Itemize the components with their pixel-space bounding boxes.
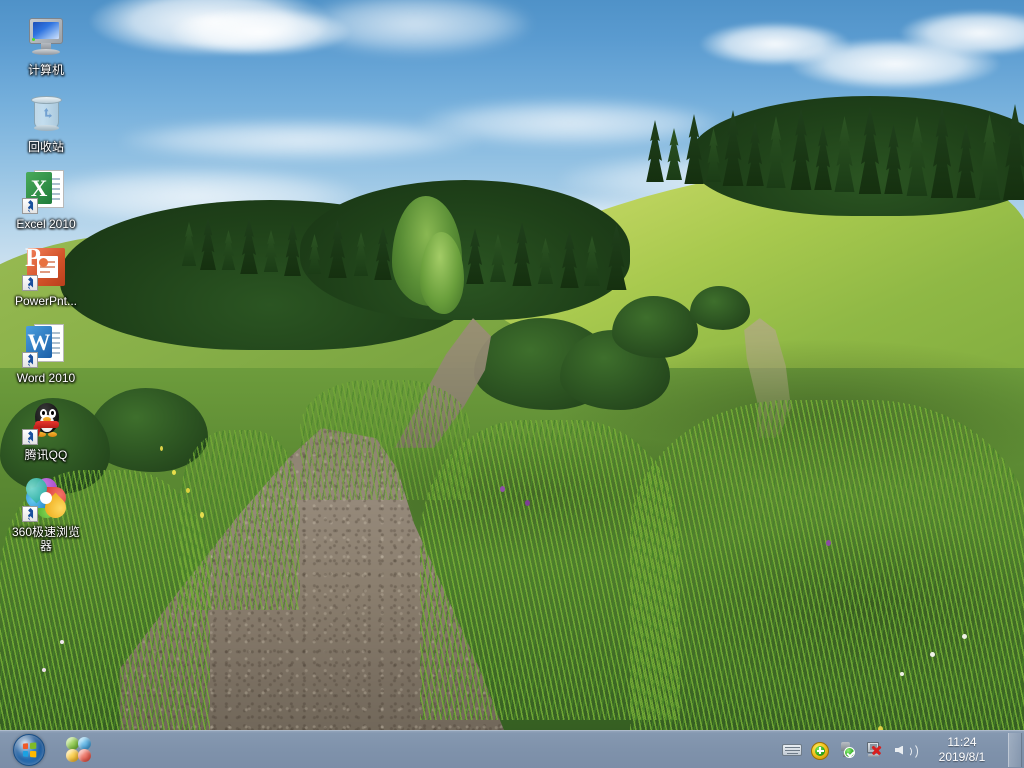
desktop-icon-qq[interactable]: 腾讯QQ: [6, 393, 86, 464]
grass: [300, 380, 470, 500]
desktop-icon-computer[interactable]: 计算机: [6, 8, 86, 79]
treeline-right: [640, 80, 1024, 200]
qq-penguin-icon: [22, 397, 70, 445]
desktop-icon-label: 360极速浏览器: [11, 525, 81, 553]
desktop-icon-grid: 计算机 回收站 X Excel 2010 P PowerPnt... W Wor…: [0, 0, 96, 561]
grass: [630, 400, 1024, 730]
shortcut-overlay-icon: [22, 506, 38, 522]
windows-start-orb-icon: [13, 733, 45, 766]
flower-yellow: [160, 446, 163, 451]
flower-purple: [500, 486, 505, 492]
desktop-wallpaper: [0, 0, 1024, 768]
desktop-icon-recycle-bin[interactable]: 回收站: [6, 85, 86, 156]
taskbar-task-area[interactable]: [94, 733, 778, 767]
flower-white: [60, 640, 64, 644]
grass: [180, 430, 300, 610]
desktop-icon-label: PowerPnt...: [14, 294, 78, 308]
powerpoint-icon: P: [22, 243, 70, 291]
shortcut-overlay-icon: [22, 352, 38, 368]
360-browser-icon: [21, 473, 71, 523]
desktop-icon-powerpoint[interactable]: P PowerPnt...: [6, 239, 86, 310]
desktop-icon-label: 腾讯QQ: [24, 448, 68, 462]
desktop-icon-word[interactable]: W Word 2010: [6, 316, 86, 387]
quicklaunch-wps-office[interactable]: [64, 735, 94, 765]
keyboard-icon[interactable]: [781, 739, 803, 761]
flower-yellow: [186, 488, 190, 493]
speaker-icon[interactable]: [893, 739, 918, 761]
excel-icon: X: [22, 166, 70, 214]
desktop-icon-360-browser[interactable]: 360极速浏览器: [6, 470, 86, 555]
desktop-icon-label: 回收站: [27, 140, 64, 154]
desktop[interactable]: 计算机 回收站 X Excel 2010 P PowerPnt... W Wor…: [0, 0, 1024, 768]
recycle-bin-icon: [22, 89, 70, 137]
clock-date: 2019/8/1: [938, 749, 986, 764]
desktop-icon-label: 计算机: [27, 63, 64, 77]
shortcut-overlay-icon: [22, 198, 38, 214]
flower-purple: [826, 540, 831, 546]
show-desktop-button[interactable]: [1008, 732, 1022, 767]
360-shield-icon[interactable]: [809, 739, 831, 761]
cloud: [120, 120, 480, 160]
clock-time: 11:24: [947, 734, 977, 749]
flower-white: [42, 668, 46, 672]
flower-purple: [525, 500, 530, 506]
four-circles-icon: [66, 736, 92, 763]
desktop-icon-label: Word 2010: [16, 371, 76, 385]
system-tray: 11:24 2019/8/1: [778, 731, 1024, 768]
bush: [690, 286, 750, 330]
shortcut-overlay-icon: [22, 275, 38, 291]
taskbar[interactable]: 11:24 2019/8/1: [0, 730, 1024, 768]
start-button[interactable]: [2, 733, 56, 767]
taskbar-clock[interactable]: 11:24 2019/8/1: [918, 735, 1006, 765]
usb-safely-remove-icon[interactable]: [837, 739, 859, 761]
desktop-icon-label: Excel 2010: [16, 217, 76, 231]
flower-yellow: [200, 512, 204, 518]
flower-white: [930, 652, 935, 657]
word-icon: W: [22, 320, 70, 368]
flower-yellow: [172, 470, 176, 475]
computer-icon: [22, 12, 70, 60]
desktop-icon-excel[interactable]: X Excel 2010: [6, 162, 86, 233]
shortcut-overlay-icon: [22, 429, 38, 445]
flower-white: [962, 634, 967, 639]
network-disconnected-icon[interactable]: [865, 739, 887, 761]
flower-white: [900, 672, 904, 676]
